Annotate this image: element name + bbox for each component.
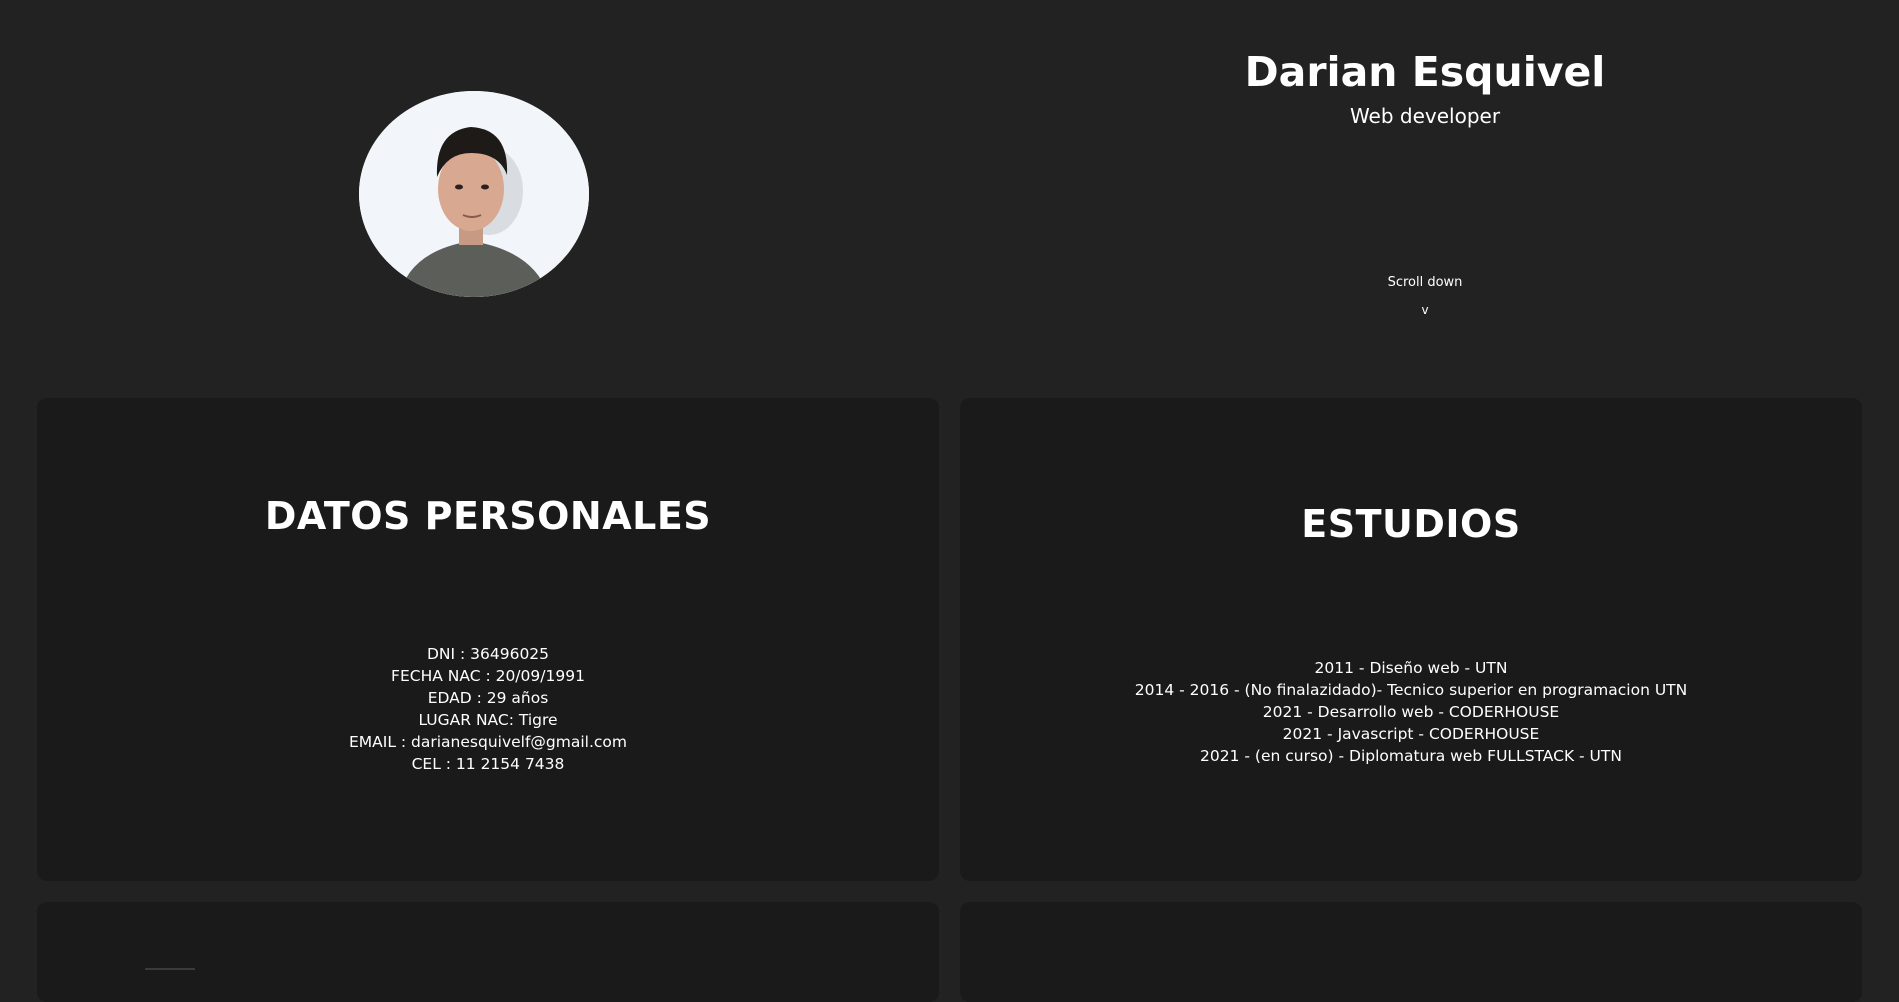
personal-birth-date: FECHA NAC : 20/09/1991 [391, 667, 585, 685]
scroll-down-label[interactable]: Scroll down [1000, 273, 1850, 293]
studies-card: ESTUDIOS 2011 - Diseño web - UTN 2014 - … [960, 398, 1862, 881]
personal-email: EMAIL : darianesquivelf@gmail.com [348, 733, 628, 751]
personal-age: EDAD : 29 años [427, 689, 549, 707]
profile-name: Darian Esquivel [1244, 48, 1606, 96]
profile-role: Web developer [1349, 104, 1501, 128]
profile-photo [359, 91, 589, 297]
personal-birth-place: LUGAR NAC: Tigre [418, 711, 558, 729]
personal-data-card: DATOS PERSONALES DNI : 36496025 FECHA NA… [37, 398, 939, 881]
hero-heading-group: Darian Esquivel Web developer [1000, 42, 1850, 130]
next-card-left [37, 902, 939, 1002]
next-card-right [960, 902, 1862, 1002]
studies-item: 2021 - Javascript - CODERHOUSE [1282, 725, 1540, 743]
hero-section: Darian Esquivel Web developer Scroll dow… [0, 0, 1899, 396]
studies-item: 2011 - Diseño web - UTN [1314, 659, 1508, 677]
personal-data-title: DATOS PERSONALES [264, 494, 712, 538]
profile-photo-illustration [359, 91, 589, 297]
studies-list: 2011 - Diseño web - UTN 2014 - 2016 - (N… [960, 657, 1862, 767]
studies-title: ESTUDIOS [1301, 502, 1521, 546]
scroll-down-arrow-icon[interactable]: v [1000, 300, 1850, 320]
personal-phone: CEL : 11 2154 7438 [411, 755, 565, 773]
personal-data-list: DNI : 36496025 FECHA NAC : 20/09/1991 ED… [37, 643, 939, 775]
studies-item: 2014 - 2016 - (No finalazidado)- Tecnico… [1134, 681, 1688, 699]
personal-dni: DNI : 36496025 [426, 645, 550, 663]
studies-item: 2021 - (en curso) - Diplomatura web FULL… [1200, 747, 1622, 765]
studies-item: 2021 - Desarrollo web - CODERHOUSE [1262, 703, 1560, 721]
